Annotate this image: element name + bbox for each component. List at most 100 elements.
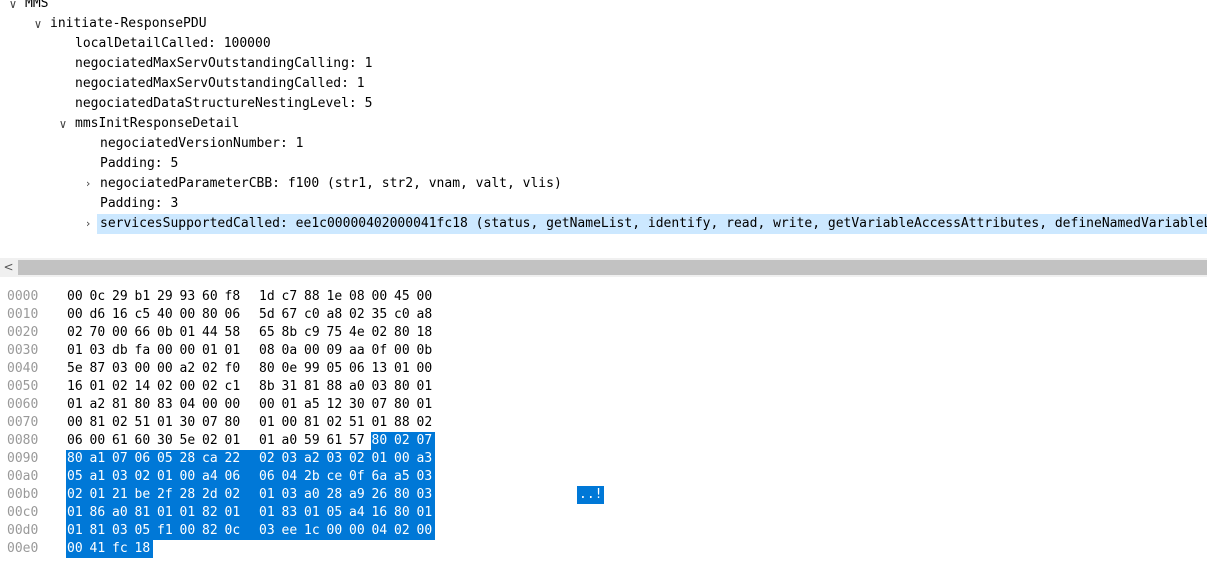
hex-byte[interactable]: 02 bbox=[225, 486, 245, 504]
hex-byte[interactable]: 04 bbox=[282, 468, 302, 486]
hex-byte[interactable]: 05 bbox=[157, 450, 177, 468]
tree-row[interactable]: ∨ MMS bbox=[0, 0, 1207, 14]
hex-byte[interactable]: a1 bbox=[90, 468, 110, 486]
hex-byte[interactable]: 80 bbox=[394, 486, 414, 504]
hex-byte[interactable]: a2 bbox=[304, 450, 324, 468]
hex-byte[interactable]: 06 bbox=[225, 306, 245, 324]
hex-byte[interactable]: 28 bbox=[327, 486, 347, 504]
hex-byte[interactable]: f1 bbox=[157, 522, 177, 540]
hex-byte[interactable]: 02 bbox=[112, 378, 132, 396]
hex-byte[interactable]: 12 bbox=[327, 396, 347, 414]
hex-byte[interactable]: 86 bbox=[90, 504, 110, 522]
hex-byte[interactable]: 22 bbox=[225, 450, 245, 468]
hex-byte[interactable]: c0 bbox=[304, 306, 324, 324]
hex-byte[interactable]: 81 bbox=[135, 504, 155, 522]
hex-byte[interactable]: 03 bbox=[90, 342, 110, 360]
hex-byte[interactable]: 87 bbox=[90, 360, 110, 378]
hex-byte[interactable]: fa bbox=[135, 342, 155, 360]
hex-byte[interactable]: 1c bbox=[304, 522, 324, 540]
hex-byte[interactable]: 51 bbox=[349, 414, 369, 432]
hex-byte[interactable]: a0 bbox=[349, 378, 369, 396]
hex-byte[interactable]: 06 bbox=[259, 468, 279, 486]
hex-byte[interactable]: 21 bbox=[112, 486, 132, 504]
hex-byte[interactable]: 65 bbox=[259, 324, 279, 342]
hex-byte[interactable]: 30 bbox=[157, 432, 177, 450]
hex-byte[interactable]: 0b bbox=[157, 324, 177, 342]
hex-byte[interactable]: 02 bbox=[67, 324, 87, 342]
hex-byte[interactable]: c1 bbox=[225, 378, 245, 396]
hex-byte[interactable]: 01 bbox=[225, 504, 245, 522]
hex-byte[interactable]: 57 bbox=[349, 432, 369, 450]
hex-byte[interactable]: 06 bbox=[67, 432, 87, 450]
hex-byte[interactable]: 01 bbox=[67, 396, 87, 414]
hex-byte[interactable]: 2b bbox=[304, 468, 324, 486]
hex-byte[interactable]: 00 bbox=[304, 342, 324, 360]
hex-byte[interactable]: a2 bbox=[180, 360, 200, 378]
hex-byte[interactable]: 01 bbox=[202, 342, 222, 360]
hex-byte[interactable]: 05 bbox=[67, 468, 87, 486]
hex-byte[interactable]: 01 bbox=[394, 360, 414, 378]
hex-byte[interactable]: 03 bbox=[112, 468, 132, 486]
tree-row[interactable]: ∨ initiate-ResponsePDU bbox=[0, 14, 1207, 34]
hex-byte[interactable]: 16 bbox=[112, 306, 132, 324]
tree-row[interactable]: Padding: 5 bbox=[0, 154, 1207, 174]
hex-byte[interactable]: aa bbox=[349, 342, 369, 360]
hex-byte[interactable]: 82 bbox=[202, 522, 222, 540]
hex-byte[interactable]: 01 bbox=[157, 504, 177, 522]
hex-byte[interactable]: 88 bbox=[304, 288, 324, 306]
hex-byte[interactable]: 81 bbox=[304, 378, 324, 396]
hex-byte[interactable]: 03 bbox=[282, 450, 302, 468]
hex-byte[interactable]: 13 bbox=[372, 360, 392, 378]
hex-byte[interactable]: 00 bbox=[327, 522, 347, 540]
hex-byte[interactable]: 01 bbox=[282, 396, 302, 414]
hex-byte[interactable]: 6a bbox=[372, 468, 392, 486]
hex-byte[interactable]: 03 bbox=[327, 450, 347, 468]
hex-byte[interactable]: 0a bbox=[282, 342, 302, 360]
hex-byte[interactable]: 0f bbox=[349, 468, 369, 486]
hex-byte[interactable]: 99 bbox=[304, 360, 324, 378]
hex-byte[interactable]: 07 bbox=[417, 432, 437, 450]
hex-byte[interactable]: 04 bbox=[180, 396, 200, 414]
hex-byte[interactable]: 40 bbox=[157, 306, 177, 324]
hex-byte[interactable]: 29 bbox=[112, 288, 132, 306]
hex-byte[interactable]: 08 bbox=[259, 342, 279, 360]
hex-byte[interactable]: 01 bbox=[157, 414, 177, 432]
hex-byte[interactable]: 00 bbox=[157, 360, 177, 378]
hex-byte[interactable]: 80 bbox=[394, 504, 414, 522]
hex-byte[interactable]: a0 bbox=[304, 486, 324, 504]
hex-byte[interactable]: f8 bbox=[225, 288, 245, 306]
hex-byte[interactable]: 02 bbox=[202, 378, 222, 396]
hex-byte[interactable]: 05 bbox=[135, 522, 155, 540]
hex-byte[interactable]: 00 bbox=[259, 396, 279, 414]
hex-byte[interactable]: 01 bbox=[259, 504, 279, 522]
hex-byte[interactable]: 08 bbox=[349, 288, 369, 306]
hex-byte[interactable]: 02 bbox=[394, 522, 414, 540]
hex-byte[interactable]: 00 bbox=[417, 288, 437, 306]
tree-row[interactable]: › negociatedParameterCBB: f100 (str1, str… bbox=[0, 174, 1207, 194]
hex-byte[interactable]: 00 bbox=[349, 522, 369, 540]
hex-byte[interactable]: 03 bbox=[112, 522, 132, 540]
hex-byte[interactable]: 02 bbox=[327, 414, 347, 432]
hex-byte[interactable]: 0e bbox=[282, 360, 302, 378]
hex-byte[interactable]: a0 bbox=[282, 432, 302, 450]
hex-byte[interactable]: 01 bbox=[417, 504, 437, 522]
hex-byte[interactable]: 01 bbox=[180, 504, 200, 522]
hex-byte[interactable]: 35 bbox=[372, 306, 392, 324]
hex-byte[interactable]: f0 bbox=[225, 360, 245, 378]
hex-byte[interactable]: 16 bbox=[372, 504, 392, 522]
hex-byte[interactable]: 28 bbox=[180, 450, 200, 468]
hex-byte[interactable]: 70 bbox=[90, 324, 110, 342]
hex-byte[interactable]: 00 bbox=[90, 432, 110, 450]
hex-byte[interactable]: 02 bbox=[349, 450, 369, 468]
scrollbar-thumb[interactable] bbox=[18, 260, 1207, 275]
hex-byte[interactable]: 02 bbox=[202, 432, 222, 450]
hex-byte[interactable]: 06 bbox=[225, 468, 245, 486]
hex-byte[interactable]: 03 bbox=[417, 468, 437, 486]
hex-byte[interactable]: 01 bbox=[225, 432, 245, 450]
hex-byte[interactable]: 02 bbox=[259, 450, 279, 468]
hex-byte[interactable]: ce bbox=[327, 468, 347, 486]
hex-byte[interactable]: 00 bbox=[67, 540, 87, 558]
tree-row[interactable]: Padding: 3 bbox=[0, 194, 1207, 214]
hex-byte[interactable]: 01 bbox=[259, 486, 279, 504]
hex-byte[interactable]: ca bbox=[202, 450, 222, 468]
